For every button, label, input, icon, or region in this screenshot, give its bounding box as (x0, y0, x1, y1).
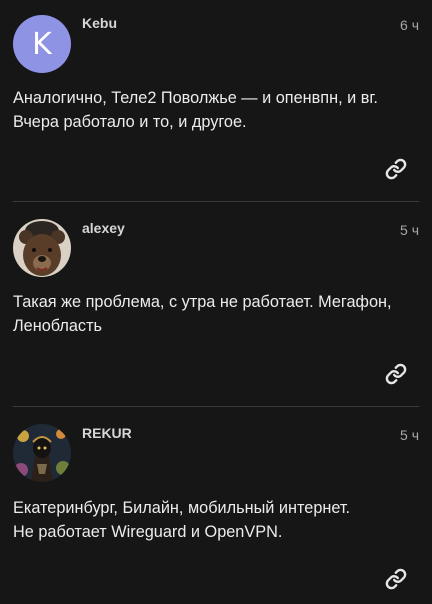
post-body-line: Вчера работало и то, и другое. (13, 113, 247, 131)
post-time[interactable]: 5 ч (400, 427, 419, 443)
post-body: Аналогично, Теле2 Поволжье — и опенвпн, … (13, 86, 417, 134)
avatar[interactable] (13, 219, 71, 277)
link-icon[interactable] (385, 568, 407, 590)
post-time[interactable]: 5 ч (400, 222, 419, 238)
link-icon[interactable] (385, 363, 407, 385)
post-body: Такая же проблема, с утра не работает. М… (13, 290, 417, 338)
post-body-line: Аналогично, Теле2 Поволжье — и опенвпн, … (13, 89, 378, 107)
username[interactable]: REKUR (82, 425, 132, 441)
post-body-line: Екатеринбург, Билайн, мобильный интернет… (13, 499, 351, 517)
link-icon[interactable] (385, 158, 407, 180)
post-body-line: Ленобласть (13, 317, 103, 335)
post-separator (13, 406, 419, 407)
post-body: Екатеринбург, Билайн, мобильный интернет… (13, 496, 417, 544)
username[interactable]: Kebu (82, 15, 117, 31)
avatar-letter: K (32, 26, 52, 62)
post-time[interactable]: 6 ч (400, 17, 419, 33)
post-body-line: Такая же проблема, с утра не работает. М… (13, 293, 392, 311)
username[interactable]: alexey (82, 220, 125, 236)
post-separator (13, 201, 419, 202)
post-body-line: Не работает Wireguard и OpenVPN. (13, 523, 283, 541)
avatar[interactable] (13, 424, 71, 482)
avatar[interactable]: K (13, 15, 71, 73)
